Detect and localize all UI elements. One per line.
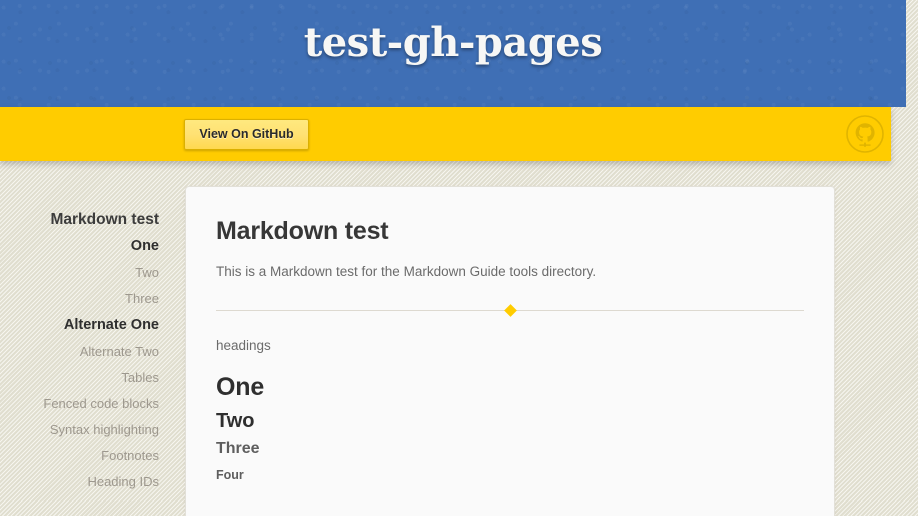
page-header: test-gh-pages: [0, 0, 906, 107]
sidebar-item-alternate-one[interactable]: Alternate One: [0, 312, 159, 339]
page-title: test-gh-pages: [303, 19, 603, 66]
sidebar-item-two[interactable]: Two: [0, 260, 159, 286]
section-label-headings: headings: [216, 338, 271, 353]
view-on-github-button[interactable]: View On GitHub: [184, 119, 309, 150]
sidebar-nav: Markdown test One Two Three Alternate On…: [0, 206, 159, 495]
octocat-icon[interactable]: [845, 114, 885, 154]
sidebar-item-alternate-two[interactable]: Alternate Two: [0, 339, 159, 365]
heading-one: One: [216, 373, 265, 401]
sidebar-item-tables[interactable]: Tables: [0, 365, 159, 391]
sidebar-item-syntax-highlighting[interactable]: Syntax highlighting: [0, 417, 159, 443]
heading-three: Three: [216, 440, 260, 457]
diamond-icon: [504, 304, 517, 317]
sidebar-item-three[interactable]: Three: [0, 286, 159, 312]
heading-two: Two: [216, 410, 255, 432]
section-divider: [216, 304, 804, 317]
sidebar-item-heading-ids[interactable]: Heading IDs: [0, 469, 159, 495]
sidebar-item-fenced-code-blocks[interactable]: Fenced code blocks: [0, 391, 159, 417]
content-intro-paragraph: This is a Markdown test for the Markdown…: [216, 264, 597, 279]
heading-four: Four: [216, 468, 244, 482]
action-banner: [0, 107, 891, 161]
sidebar-item-one[interactable]: One: [0, 233, 159, 260]
content-card: Markdown test This is a Markdown test fo…: [185, 186, 835, 516]
content-title: Markdown test: [216, 217, 389, 245]
sidebar-item-markdown-test[interactable]: Markdown test: [0, 206, 159, 233]
sidebar-item-footnotes[interactable]: Footnotes: [0, 443, 159, 469]
